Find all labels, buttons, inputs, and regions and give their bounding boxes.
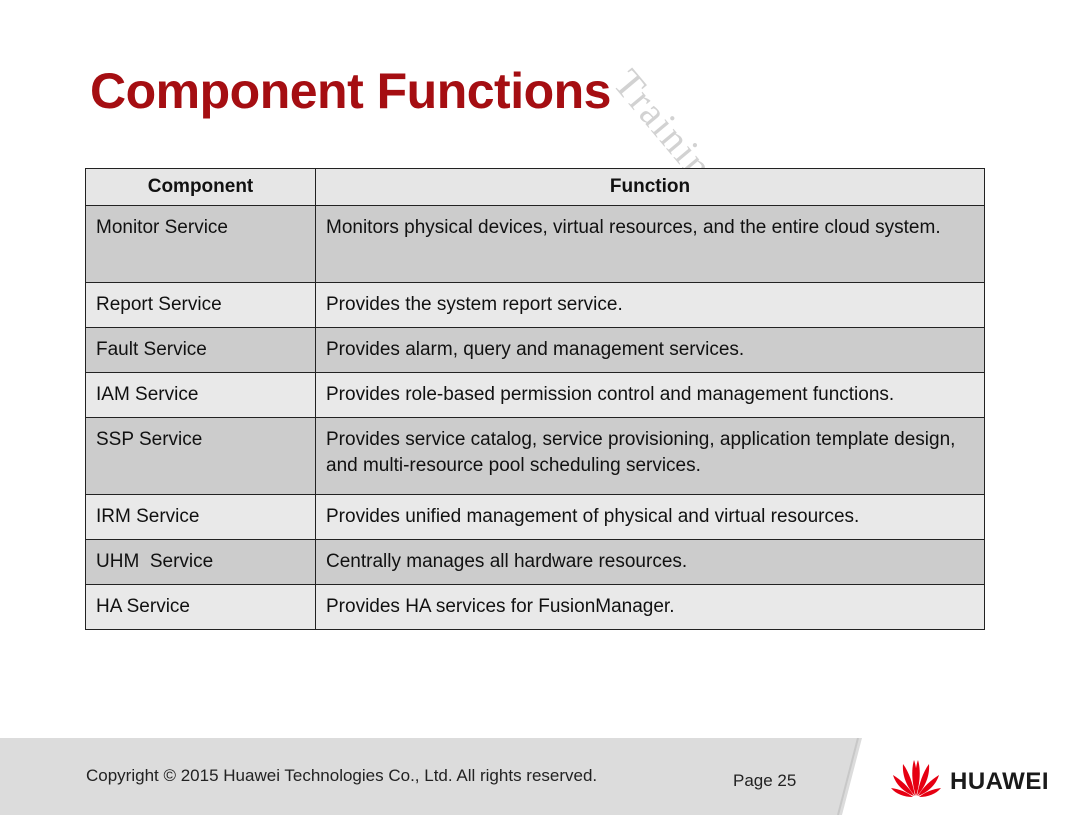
function-cell: Monitors physical devices, virtual resou… xyxy=(315,205,985,283)
component-cell: UHM Service xyxy=(85,539,316,585)
brand-name: HUAWEI xyxy=(950,768,1049,795)
huawei-logo: HUAWEI xyxy=(846,738,1086,815)
function-cell: Provides the system report service. xyxy=(315,282,985,328)
table-row: IAM Service Provides role-based permissi… xyxy=(85,372,985,418)
function-cell: Provides HA services for FusionManager. xyxy=(315,584,985,630)
component-cell: Fault Service xyxy=(85,327,316,373)
function-cell: Provides service catalog, service provis… xyxy=(315,417,985,495)
table-row: IRM Service Provides unified management … xyxy=(85,494,985,540)
table-row: Monitor Service Monitors physical device… xyxy=(85,205,985,283)
component-cell: Monitor Service xyxy=(85,205,316,283)
table-row: Fault Service Provides alarm, query and … xyxy=(85,327,985,373)
component-cell: IRM Service xyxy=(85,494,316,540)
slide-footer: Copyright © 2015 Huawei Technologies Co.… xyxy=(0,738,1086,815)
huawei-petal-logo-icon xyxy=(891,760,941,797)
function-cell: Provides alarm, query and management ser… xyxy=(315,327,985,373)
component-cell: IAM Service xyxy=(85,372,316,418)
table-row: HA Service Provides HA services for Fusi… xyxy=(85,584,985,630)
copyright-text: Copyright © 2015 Huawei Technologies Co.… xyxy=(86,766,598,785)
table-header-row: Component Function xyxy=(85,168,985,206)
function-cell: Centrally manages all hardware resources… xyxy=(315,539,985,585)
component-cell: HA Service xyxy=(85,584,316,630)
page-number: Page 25 xyxy=(733,771,797,790)
table-row: SSP Service Provides service catalog, se… xyxy=(85,417,985,495)
function-cell: Provides unified management of physical … xyxy=(315,494,985,540)
function-cell: Provides role-based permission control a… xyxy=(315,372,985,418)
header-component: Component xyxy=(85,168,316,206)
component-cell: SSP Service xyxy=(85,417,316,495)
slide-title: Component Functions xyxy=(90,63,612,119)
table-row: UHM Service Centrally manages all hardwa… xyxy=(85,539,985,585)
component-cell: Report Service xyxy=(85,282,316,328)
component-table: Component Function Monitor Service Monit… xyxy=(85,168,985,630)
table-row: Report Service Provides the system repor… xyxy=(85,282,985,328)
header-function: Function xyxy=(315,168,985,206)
